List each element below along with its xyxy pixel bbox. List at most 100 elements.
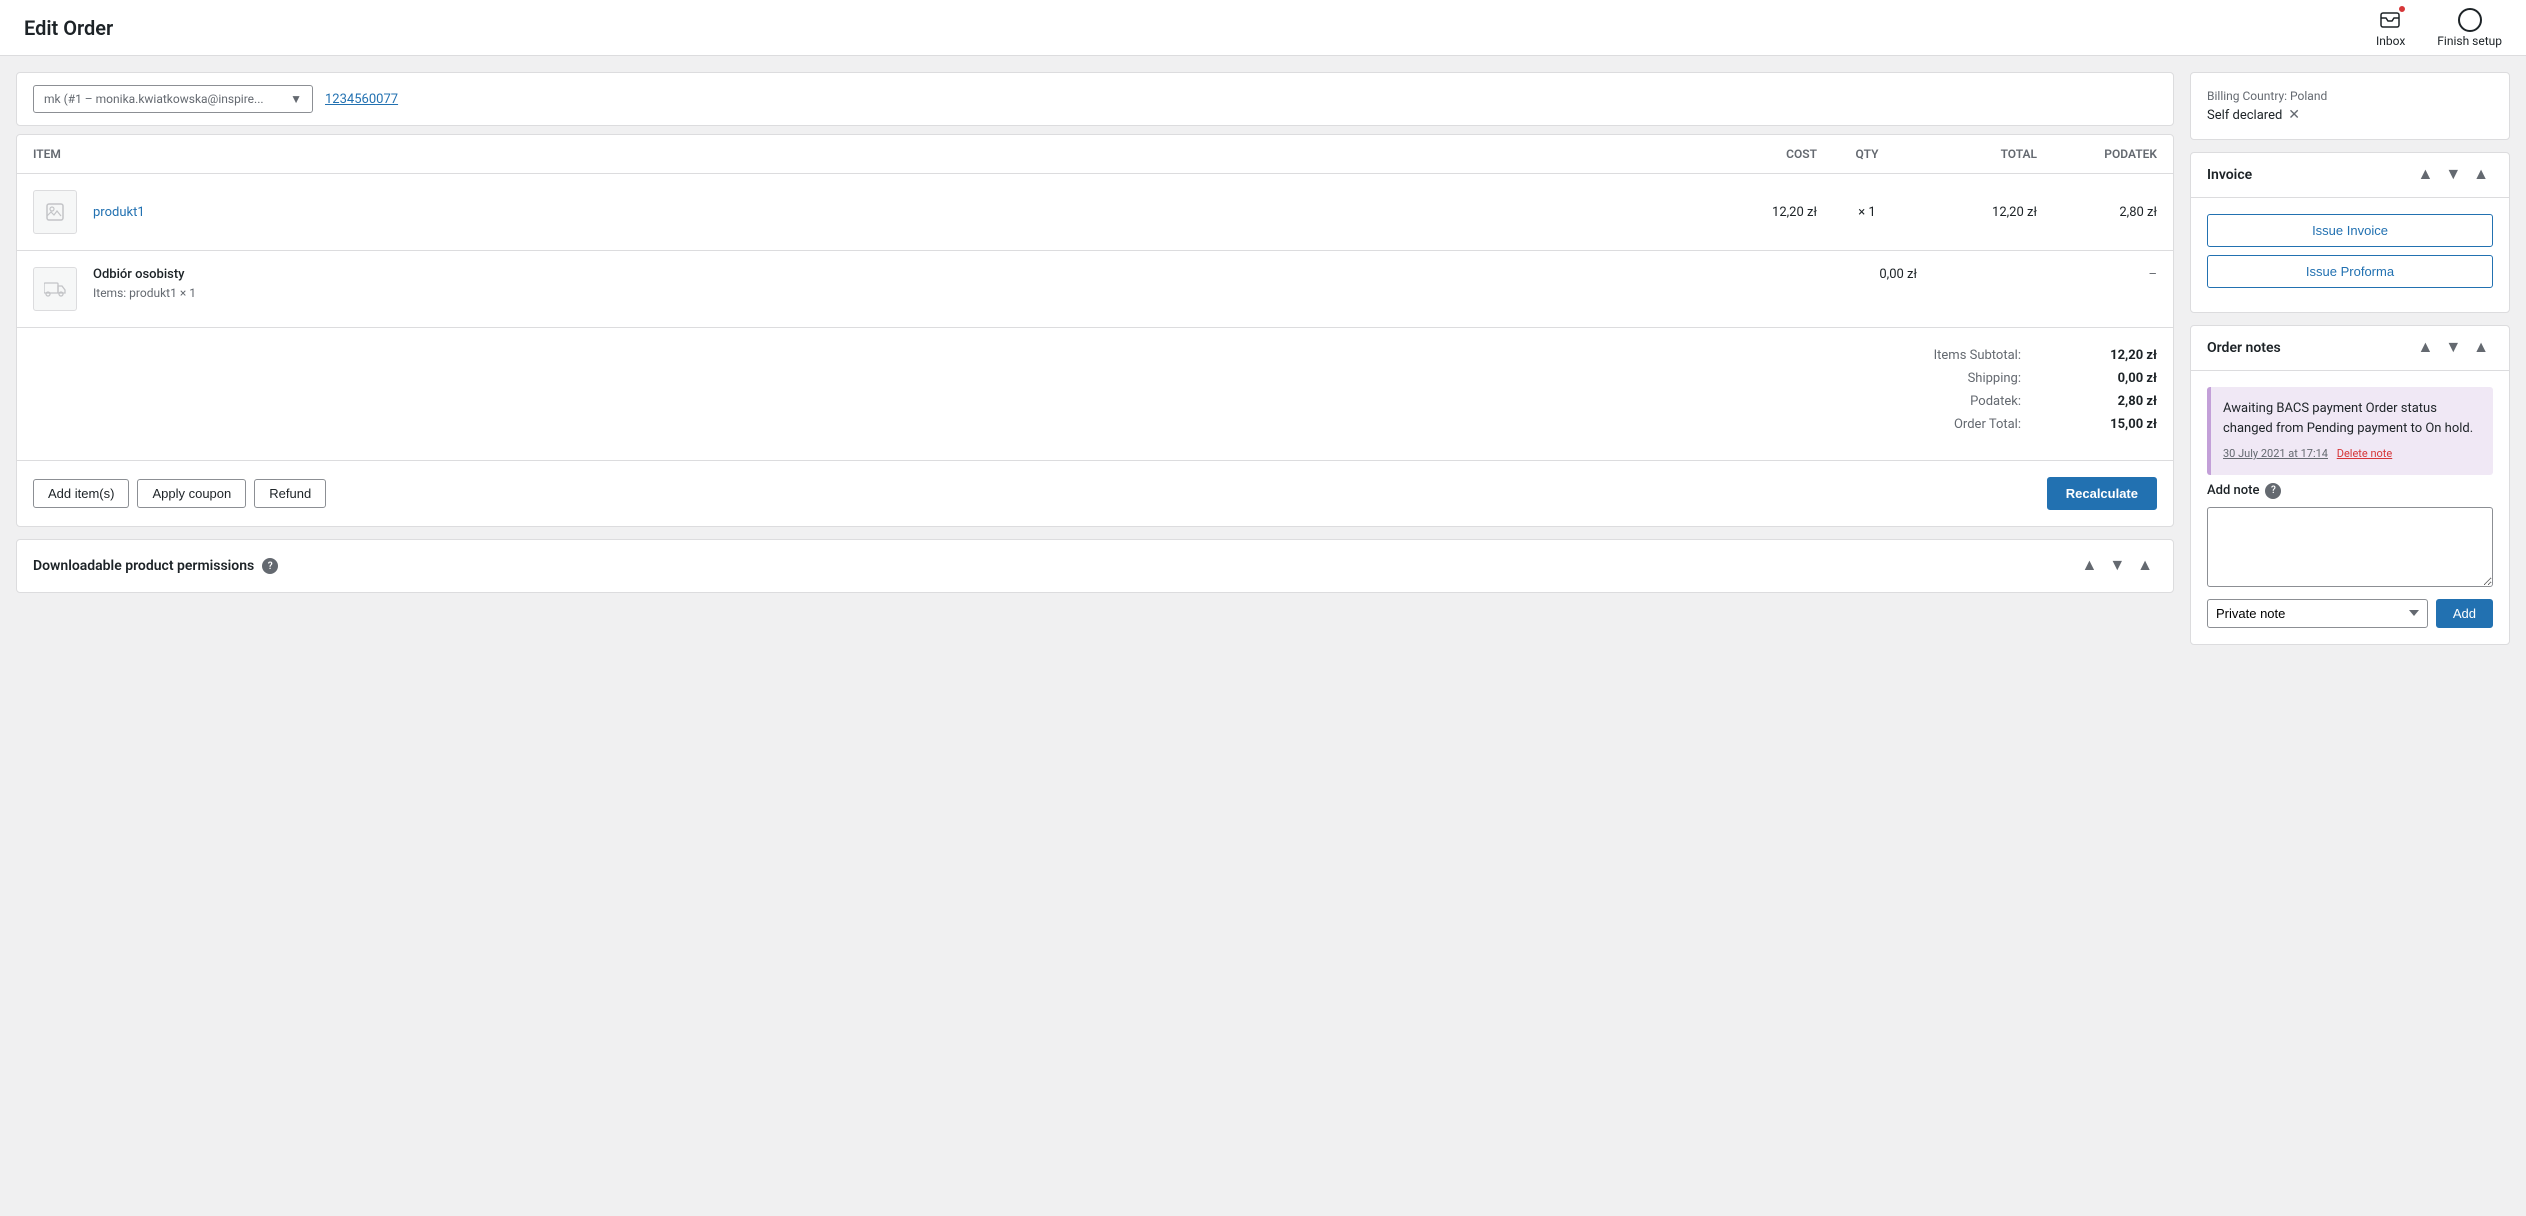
downloadable-chevron-down[interactable]: ▼ [2105,556,2129,576]
items-table-card: Item Cost Qty Total Podatek produkt1 [16,134,2174,527]
delete-note-link[interactable]: Delete note [2337,447,2393,460]
sidebar: Billing Country: Poland Self declared ✕ … [2190,72,2510,1200]
customer-select[interactable]: mk (#1 – monika.kwiatkowska@inspire... ▼ [33,85,313,113]
order-header-row: mk (#1 – monika.kwiatkowska@inspire... ▼… [16,72,2174,126]
invoice-collapse[interactable]: ▲ [2469,165,2493,185]
recalculate-button[interactable]: Recalculate [2047,477,2157,510]
product-image-icon [45,202,65,222]
page-layout: mk (#1 – monika.kwiatkowska@inspire... ▼… [0,56,2526,1216]
shipping-items: Items: produkt1 × 1 [93,286,1817,300]
order-notes-collapse[interactable]: ▲ [2469,338,2493,358]
invoice-panel-controls: ▲ ▼ ▲ [2413,165,2493,185]
downloadable-chevron-up[interactable]: ▲ [2077,556,2101,576]
inbox-badge [2397,4,2407,14]
action-left: Add item(s) Apply coupon Refund [33,479,326,508]
invoice-chevron-down[interactable]: ▼ [2441,165,2465,185]
order-link[interactable]: 1234560077 [325,92,398,107]
note-text: Awaiting BACS payment Order status chang… [2223,399,2481,438]
tax-row: Podatek: 2,80 zł [33,394,2157,409]
add-note-text: Add note [2207,483,2259,498]
note-entry: Awaiting BACS payment Order status chang… [2207,387,2493,475]
subtotal-label: Items Subtotal: [1837,348,2037,363]
inbox-action[interactable]: Inbox [2376,8,2405,48]
shipping-name: Odbiór osobisty [93,267,1817,282]
shipping-info: Odbiór osobisty Items: produkt1 × 1 [93,267,1817,300]
col-header-qty: Qty [1817,147,1917,161]
invoice-panel-title: Invoice [2207,167,2252,183]
col-header-podatek: Podatek [2037,147,2157,161]
product-total: 12,20 zł [1917,205,2037,220]
invoice-panel: Invoice ▲ ▼ ▲ Issue Invoice Issue Profor… [2190,152,2510,313]
add-items-button[interactable]: Add item(s) [33,479,129,508]
downloadable-help-icon[interactable]: ? [262,558,278,574]
order-notes-chevron-up[interactable]: ▲ [2413,338,2437,358]
invoice-chevron-up[interactable]: ▲ [2413,165,2437,185]
shipping-items-label: Items: [93,286,126,300]
col-header-total: Total [1917,147,2037,161]
order-notes-panel-header: Order notes ▲ ▼ ▲ [2191,326,2509,371]
order-total-label: Order Total: [1837,417,2037,432]
top-bar-actions: Inbox Finish setup [2376,8,2502,48]
customer-select-text: mk (#1 – monika.kwiatkowska@inspire... [44,92,264,106]
billing-panel-body: Billing Country: Poland Self declared ✕ [2191,73,2509,139]
add-note-label: Add note ? [2207,483,2493,499]
note-timestamp: 30 July 2021 at 17:14 [2223,447,2328,460]
note-type-select[interactable]: Private note Note to customer [2207,599,2428,628]
tax-value: 2,80 zł [2037,394,2157,409]
downloadable-title: Downloadable product permissions ? [33,558,278,574]
apply-coupon-button[interactable]: Apply coupon [137,479,246,508]
inbox-icon-wrap [2379,8,2403,32]
billing-country-label: Billing Country: Poland [2207,89,2493,103]
issue-proforma-button[interactable]: Issue Proforma [2207,255,2493,288]
shipping-total-row: Shipping: 0,00 zł [33,371,2157,386]
col-header-item: Item [33,147,1697,161]
product-name-link[interactable]: produkt1 [93,205,145,220]
note-meta: 30 July 2021 at 17:14 Delete note [2223,446,2481,463]
finish-setup-action[interactable]: Finish setup [2437,8,2502,48]
issue-invoice-button[interactable]: Issue Invoice [2207,214,2493,247]
totals-section: Items Subtotal: 12,20 zł Shipping: 0,00 … [17,328,2173,461]
self-declared-text: Self declared [2207,108,2282,123]
shipping-row: Odbiór osobisty Items: produkt1 × 1 0,00… [17,251,2173,328]
inbox-label: Inbox [2376,34,2405,48]
billing-panel: Billing Country: Poland Self declared ✕ [2190,72,2510,140]
downloadable-section: Downloadable product permissions ? ▲ ▼ ▲ [16,539,2174,593]
order-notes-chevron-down[interactable]: ▼ [2441,338,2465,358]
action-buttons: Add item(s) Apply coupon Refund Recalcul… [17,461,2173,526]
shipping-total-value: 0,00 zł [2037,371,2157,386]
subtotal-row: Items Subtotal: 12,20 zł [33,348,2157,363]
self-declared-remove[interactable]: ✕ [2288,107,2300,123]
product-thumbnail [33,190,77,234]
shipping-tax: – [2037,267,2157,282]
setup-icon [2458,8,2482,32]
self-declared-row: Self declared ✕ [2207,107,2493,123]
invoice-panel-body: Issue Invoice Issue Proforma [2191,198,2509,312]
page-title: Edit Order [24,16,113,40]
top-bar: Edit Order Inbox Finish setup [0,0,2526,56]
main-content: mk (#1 – monika.kwiatkowska@inspire... ▼… [16,72,2174,1200]
shipping-total: 0,00 zł [1817,267,1917,282]
product-qty: × 1 [1817,205,1917,220]
product-name-cell: produkt1 [93,205,1697,220]
shipping-total-label: Shipping: [1837,371,2037,386]
product-cost: 12,20 zł [1697,205,1817,220]
order-notes-controls: ▲ ▼ ▲ [2413,338,2493,358]
order-notes-panel: Order notes ▲ ▼ ▲ Awaiting BACS payment … [2190,325,2510,645]
order-notes-panel-body: Awaiting BACS payment Order status chang… [2191,371,2509,644]
shipping-items-value: produkt1 × 1 [129,286,196,300]
add-note-textarea[interactable] [2207,507,2493,587]
customer-select-chevron: ▼ [290,92,302,106]
downloadable-collapse[interactable]: ▲ [2133,556,2157,576]
add-note-footer: Private note Note to customer Add [2207,599,2493,628]
add-note-button[interactable]: Add [2436,599,2493,628]
add-note-help-icon[interactable]: ? [2265,483,2281,499]
refund-button[interactable]: Refund [254,479,326,508]
order-notes-title: Order notes [2207,340,2281,356]
downloadable-controls: ▲ ▼ ▲ [2077,556,2157,576]
product-row: produkt1 12,20 zł × 1 12,20 zł 2,80 zł [17,174,2173,251]
shipping-icon [33,267,77,311]
finish-setup-label: Finish setup [2437,34,2502,48]
order-total-value: 15,00 zł [2037,417,2157,432]
tax-label: Podatek: [1837,394,2037,409]
order-total-row: Order Total: 15,00 zł [33,417,2157,432]
